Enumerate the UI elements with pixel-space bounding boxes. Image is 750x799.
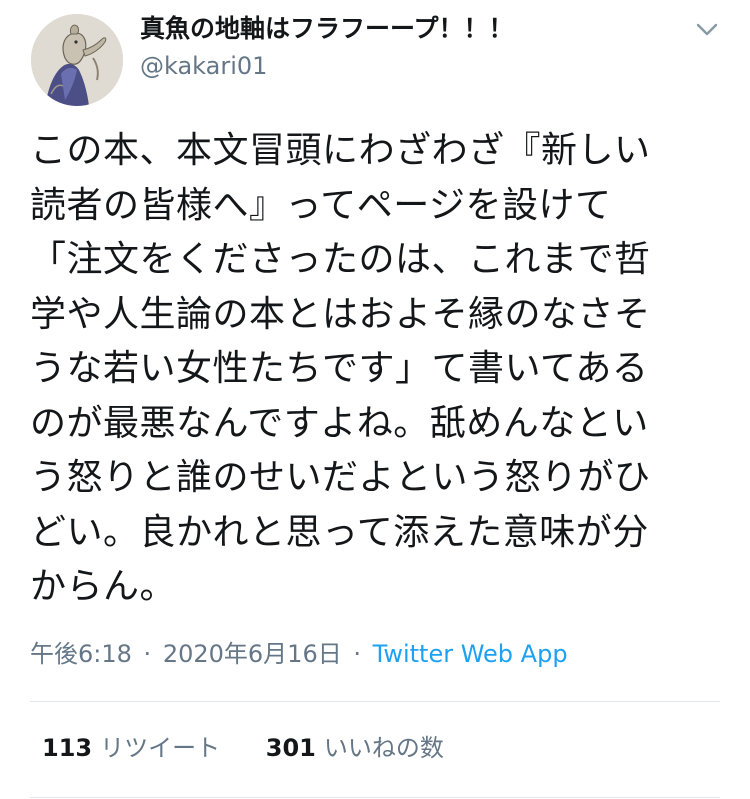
likes-label: いいねの数 xyxy=(323,734,444,762)
avatar[interactable] xyxy=(31,14,123,106)
avatar-image xyxy=(31,14,123,106)
tweet-text-line: どい。良かれと思って添えた意味が分 xyxy=(30,511,649,553)
tweet-text-line: う怒りと誰のせいだよという怒りがひ xyxy=(30,457,651,498)
tweet-text: この本、本文冒頭にわざわざ『新しい 読者の皆様へ』ってページを設けて 「注文をく… xyxy=(30,124,722,615)
likes-count: 301 xyxy=(265,734,316,762)
tweet-text-line: のが最悪なんですよね。舐めんなとい xyxy=(30,402,649,444)
tweet-date[interactable]: 2020年6月16日 xyxy=(163,640,342,668)
tweet-text-line: 「注文をくださったのは、これまで哲 xyxy=(30,239,651,280)
tweet-text-line: 学や人生論の本とはおよそ縁のなさそ xyxy=(30,293,651,335)
tweet-time[interactable]: 午後6:18 xyxy=(30,640,132,668)
handle[interactable]: @kakari01 xyxy=(140,50,267,82)
retweets-stat[interactable]: 113 リツイート xyxy=(42,730,220,766)
tweet-text-line: 読者の皆様へ』ってページを設けて xyxy=(30,184,612,226)
tweet: 真魚の地軸はフラフーープ！！！ @kakari01 この本、本文冒頭にわざわざ『… xyxy=(0,0,750,799)
tweet-source-link[interactable]: Twitter Web App xyxy=(373,640,568,668)
likes-stat[interactable]: 301 いいねの数 xyxy=(266,730,444,766)
tweet-text-line: うな若い女性たちです」て書いてある xyxy=(30,348,649,389)
divider xyxy=(30,797,720,798)
tweet-meta: 午後6:18 · 2020年6月16日 · Twitter Web App xyxy=(30,637,568,671)
tweet-text-line: からん。 xyxy=(30,566,177,607)
display-name[interactable]: 真魚の地軸はフラフーープ！！！ xyxy=(140,12,514,46)
retweets-label: リツイート xyxy=(100,734,221,762)
divider xyxy=(30,701,720,702)
chevron-down-icon[interactable] xyxy=(692,14,722,44)
tweet-text-line: この本、本文冒頭にわざわざ『新しい xyxy=(30,130,651,171)
meta-separator: · xyxy=(143,640,152,668)
tweet-stats: 113 リツイート 301 いいねの数 xyxy=(42,730,444,766)
meta-separator: · xyxy=(353,640,361,668)
retweets-count: 113 xyxy=(42,734,93,762)
